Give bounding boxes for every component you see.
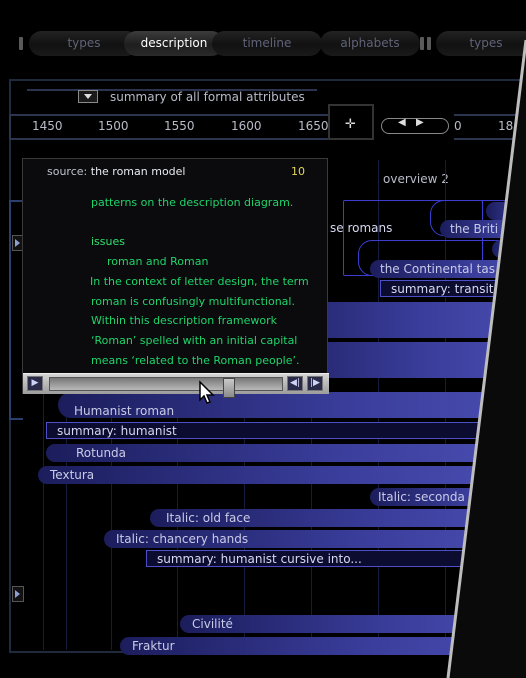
summary-box[interactable]: summary: transiti [380, 280, 526, 297]
app-root: types description timeline alphabets typ… [0, 0, 526, 678]
popup-line: ‘Roman’ spelled with an initial capital [91, 333, 298, 347]
summary-box[interactable]: summary: humanist [46, 422, 526, 439]
dropdown-arrow-icon[interactable] [78, 90, 98, 103]
timeline-bar[interactable]: Rotunda [46, 444, 526, 462]
tab-types-2[interactable]: types [436, 31, 526, 56]
timeline-bar[interactable] [492, 240, 526, 258]
scroll-thumb[interactable] [223, 378, 235, 398]
source-title: the roman model [90, 165, 186, 178]
arrow-right-icon: ▶ [416, 117, 424, 128]
tab-description[interactable]: description [124, 31, 224, 56]
popup-line: Within this description framework [91, 314, 277, 328]
ruler-year: 1650 [298, 119, 329, 133]
ruler-year: 1450 [32, 119, 63, 133]
source-number: 10 [291, 165, 305, 178]
scroll-next-button[interactable]: |▶ [307, 376, 323, 391]
horizontal-scrollbar[interactable]: ▶ ◀| |▶ [23, 373, 329, 398]
timeline-bar[interactable]: the Briti [440, 220, 526, 238]
summary-dropdown[interactable]: summary of all formal attributes [110, 90, 305, 104]
popup-line: patterns on the description diagram. [91, 196, 294, 209]
overview-label: overview 2 [383, 172, 449, 186]
expand-arrow-icon[interactable] [12, 586, 24, 602]
timeline-label: Humanist roman [74, 404, 175, 418]
timeline-bar[interactable]: Italic: seconda [370, 488, 526, 506]
timeline-bar[interactable]: the Continental tas [370, 260, 526, 278]
year-ruler-2 [454, 114, 526, 140]
ruler-year: 1500 [98, 119, 129, 133]
tab-bar: types description timeline alphabets typ… [14, 31, 526, 56]
mouse-cursor-icon [199, 380, 215, 404]
scroll-left-button[interactable]: ▶ [27, 376, 43, 391]
popup-text: patterns on the description diagram. iss… [90, 193, 327, 370]
scroll-track[interactable] [49, 377, 283, 398]
tab-types[interactable]: types [29, 31, 139, 56]
scroll-arrows-button[interactable]: ◀ ▶ [381, 117, 449, 134]
popup-header: source: the roman model [47, 165, 186, 178]
popup-subheading: roman and Roman [107, 255, 209, 269]
popup-line: In the context of letter design, the ter… [90, 274, 309, 288]
timeline-bar[interactable]: Italic: chancery hands [104, 530, 526, 548]
tab-bar-divider-a [420, 37, 424, 50]
timeline-label: se romans [330, 221, 393, 235]
source-label: source: [47, 165, 88, 178]
ruler-year: 0 [454, 119, 462, 133]
ruler-year: 1600 [231, 119, 262, 133]
popup-line [91, 213, 327, 233]
summary-box[interactable]: summary: humanist cursive into... [146, 550, 526, 567]
tab-timeline[interactable]: timeline [212, 31, 322, 56]
tab-alphabets[interactable]: alphabets [320, 31, 420, 56]
arrow-left-icon: ◀ [398, 117, 406, 128]
source-popup: source: the roman model 10 patterns on t… [22, 158, 329, 398]
scroll-prev-button[interactable]: ◀| [287, 376, 303, 391]
tab-bar-left-handle[interactable] [19, 37, 23, 50]
popup-heading: issues [91, 235, 125, 249]
ruler-year: 1550 [164, 119, 195, 133]
popup-line: roman is confusingly multifunctional. [91, 294, 295, 308]
timeline-bar[interactable]: Italic: old face [150, 509, 526, 527]
timeline-bar[interactable]: Civilité [180, 615, 526, 633]
timeline-bar[interactable] [486, 202, 526, 220]
timeline-bar[interactable]: Textura [38, 466, 526, 484]
tab-bar-divider-b [427, 37, 431, 50]
timeline-bar[interactable]: Fraktur [120, 637, 526, 655]
popup-line: means ‘related to the Roman people’. [91, 353, 300, 367]
diagram-left-bracket [9, 200, 23, 420]
crosshair-icon: ✛ [345, 117, 356, 132]
ruler-year: 18 [498, 119, 514, 133]
